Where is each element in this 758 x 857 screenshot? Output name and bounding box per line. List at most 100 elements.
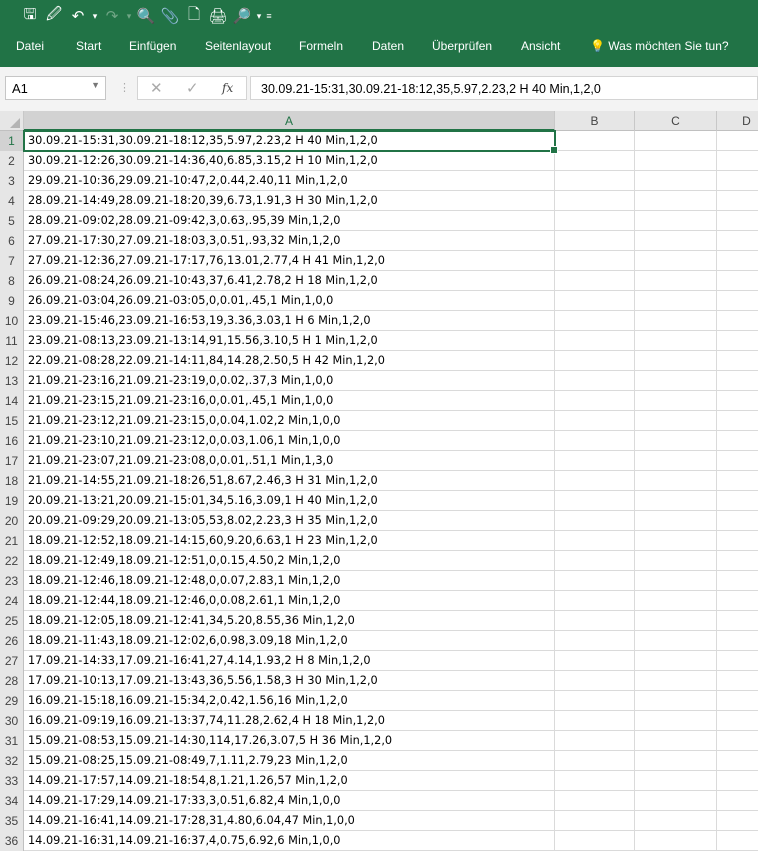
cell-d[interactable] — [717, 511, 758, 531]
cell-b[interactable] — [555, 831, 635, 851]
attach-icon[interactable]: 📎 — [158, 7, 182, 25]
cell-b[interactable] — [555, 491, 635, 511]
column-header-b[interactable]: B — [555, 111, 635, 131]
cell-c[interactable] — [635, 491, 717, 511]
tell-me-search[interactable]: 💡 Was möchten Sie tun? — [590, 39, 729, 53]
row-header[interactable]: 10 — [0, 311, 24, 331]
cell-c[interactable] — [635, 471, 717, 491]
cell-c[interactable] — [635, 591, 717, 611]
row-header[interactable]: 16 — [0, 431, 24, 451]
cell-d[interactable] — [717, 131, 758, 151]
cell-a[interactable]: 14.09.21-16:41,14.09.21-17:28,31,4.80,6.… — [24, 811, 555, 831]
select-all-button[interactable] — [0, 111, 24, 131]
cell-a[interactable]: 14.09.21-16:31,14.09.21-16:37,4,0.75,6.9… — [24, 831, 555, 851]
cell-d[interactable] — [717, 251, 758, 271]
cell-b[interactable] — [555, 311, 635, 331]
cell-b[interactable] — [555, 531, 635, 551]
cell-a[interactable]: 18.09.21-12:44,18.09.21-12:46,0,0.08,2.6… — [24, 591, 555, 611]
cell-c[interactable] — [635, 231, 717, 251]
cell-c[interactable] — [635, 611, 717, 631]
cell-a[interactable]: 27.09.21-12:36,27.09.21-17:17,76,13.01,2… — [24, 251, 555, 271]
cell-d[interactable] — [717, 591, 758, 611]
cell-c[interactable] — [635, 271, 717, 291]
cell-b[interactable] — [555, 191, 635, 211]
save-as-icon[interactable]: 🖉 — [42, 4, 66, 29]
cell-a[interactable]: 29.09.21-10:36,29.09.21-10:47,2,0.44,2.4… — [24, 171, 555, 191]
cell-d[interactable] — [717, 631, 758, 651]
row-header[interactable]: 25 — [0, 611, 24, 631]
tab-ansicht[interactable]: Ansicht — [521, 39, 560, 53]
row-header[interactable]: 23 — [0, 571, 24, 591]
column-header-a[interactable]: A — [24, 111, 555, 131]
cell-b[interactable] — [555, 591, 635, 611]
row-header[interactable]: 29 — [0, 691, 24, 711]
cell-c[interactable] — [635, 291, 717, 311]
cell-b[interactable] — [555, 211, 635, 231]
row-header[interactable]: 30 — [0, 711, 24, 731]
cell-c[interactable] — [635, 391, 717, 411]
cell-d[interactable] — [717, 211, 758, 231]
cell-b[interactable] — [555, 571, 635, 591]
row-header[interactable]: 34 — [0, 791, 24, 811]
row-header[interactable]: 31 — [0, 731, 24, 751]
cell-b[interactable] — [555, 711, 635, 731]
tab-seitenlayout[interactable]: Seitenlayout — [205, 39, 271, 53]
formula-input[interactable]: 30.09.21-15:31,30.09.21-18:12,35,5.97,2.… — [250, 76, 758, 100]
cell-a[interactable]: 23.09.21-08:13,23.09.21-13:14,91,15.56,3… — [24, 331, 555, 351]
cell-d[interactable] — [717, 551, 758, 571]
cell-a[interactable]: 16.09.21-09:19,16.09.21-13:37,74,11.28,2… — [24, 711, 555, 731]
cell-a[interactable]: 15.09.21-08:25,15.09.21-08:49,7,1.11,2.7… — [24, 751, 555, 771]
cell-d[interactable] — [717, 291, 758, 311]
cell-a[interactable]: 26.09.21-03:04,26.09.21-03:05,0,0.01,.45… — [24, 291, 555, 311]
cell-b[interactable] — [555, 171, 635, 191]
row-header[interactable]: 27 — [0, 651, 24, 671]
cell-d[interactable] — [717, 311, 758, 331]
cell-b[interactable] — [555, 611, 635, 631]
cell-c[interactable] — [635, 431, 717, 451]
cell-a[interactable]: 15.09.21-08:53,15.09.21-14:30,114,17.26,… — [24, 731, 555, 751]
cell-a[interactable]: 20.09.21-09:29,20.09.21-13:05,53,8.02,2.… — [24, 511, 555, 531]
cell-d[interactable] — [717, 391, 758, 411]
cell-d[interactable] — [717, 791, 758, 811]
cell-a[interactable]: 18.09.21-12:49,18.09.21-12:51,0,0.15,4.5… — [24, 551, 555, 571]
cell-d[interactable] — [717, 731, 758, 751]
chevron-down-icon[interactable]: ▼ — [91, 80, 100, 90]
row-header[interactable]: 12 — [0, 351, 24, 371]
undo-icon[interactable]: ↶ — [66, 7, 90, 25]
cell-d[interactable] — [717, 331, 758, 351]
cell-c[interactable] — [635, 211, 717, 231]
cell-d[interactable] — [717, 691, 758, 711]
cell-a[interactable]: 18.09.21-12:05,18.09.21-12:41,34,5.20,8.… — [24, 611, 555, 631]
row-header[interactable]: 18 — [0, 471, 24, 491]
cell-d[interactable] — [717, 151, 758, 171]
row-header[interactable]: 20 — [0, 511, 24, 531]
cell-a[interactable]: 20.09.21-13:21,20.09.21-15:01,34,5.16,3.… — [24, 491, 555, 511]
cell-a[interactable]: 21.09.21-14:55,21.09.21-18:26,51,8.67,2.… — [24, 471, 555, 491]
cell-a[interactable]: 17.09.21-14:33,17.09.21-16:41,27,4.14,1.… — [24, 651, 555, 671]
row-header[interactable]: 21 — [0, 531, 24, 551]
cell-d[interactable] — [717, 751, 758, 771]
cell-b[interactable] — [555, 691, 635, 711]
row-header[interactable]: 24 — [0, 591, 24, 611]
cell-a[interactable]: 27.09.21-17:30,27.09.21-18:03,3,0.51,.93… — [24, 231, 555, 251]
cell-a[interactable]: 28.09.21-09:02,28.09.21-09:42,3,0.63,.95… — [24, 211, 555, 231]
column-header-d[interactable]: D — [717, 111, 758, 131]
row-header[interactable]: 5 — [0, 211, 24, 231]
row-header[interactable]: 32 — [0, 751, 24, 771]
tab-einfuegen[interactable]: Einfügen — [129, 39, 176, 53]
cell-d[interactable] — [717, 371, 758, 391]
cell-b[interactable] — [555, 331, 635, 351]
cell-a[interactable]: 22.09.21-08:28,22.09.21-14:11,84,14.28,2… — [24, 351, 555, 371]
cell-d[interactable] — [717, 811, 758, 831]
cell-b[interactable] — [555, 271, 635, 291]
cell-c[interactable] — [635, 311, 717, 331]
cell-c[interactable] — [635, 731, 717, 751]
cell-d[interactable] — [717, 271, 758, 291]
preview-dropdown-icon[interactable]: 🔎 — [230, 7, 254, 25]
cell-d[interactable] — [717, 611, 758, 631]
name-box[interactable]: A1 ▼ — [5, 76, 106, 100]
cell-c[interactable] — [635, 511, 717, 531]
confirm-icon[interactable]: ✓ — [186, 79, 199, 97]
cell-c[interactable] — [635, 551, 717, 571]
cell-a[interactable]: 14.09.21-17:29,14.09.21-17:33,3,0.51,6.8… — [24, 791, 555, 811]
